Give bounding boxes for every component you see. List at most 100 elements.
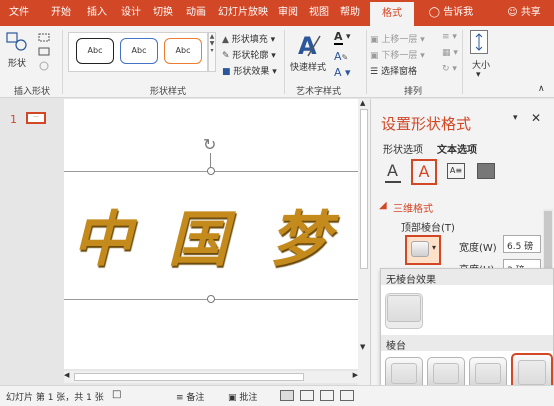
scroll-down-arrow[interactable]: ▼ bbox=[360, 343, 365, 351]
shape-effects-label: 形状效果 bbox=[233, 67, 270, 77]
reading-view-icon[interactable] bbox=[320, 390, 334, 401]
person-icon: ☺ bbox=[507, 7, 518, 18]
style-sample-dark[interactable]: Abc bbox=[76, 38, 114, 64]
size-label[interactable]: 大小 bbox=[472, 58, 490, 71]
resize-handle-top[interactable] bbox=[207, 167, 215, 175]
edit-shape-icons[interactable] bbox=[38, 32, 52, 72]
pen-icon: ✎ bbox=[341, 53, 349, 62]
bring-forward-label: 上移一层 bbox=[381, 35, 418, 45]
section-3d-format[interactable]: 三维格式 bbox=[393, 200, 433, 215]
vertical-scroll-thumb[interactable] bbox=[360, 109, 368, 269]
slideshow-icon[interactable] bbox=[340, 390, 354, 401]
size-dropdown[interactable]: ▾ bbox=[476, 70, 481, 80]
notes-label: 备注 bbox=[186, 393, 205, 403]
close-icon[interactable]: ✕ bbox=[531, 111, 541, 125]
picture-icon[interactable] bbox=[477, 163, 495, 179]
bevel-none-option[interactable] bbox=[385, 293, 423, 329]
align-button[interactable]: ≡ ▾ bbox=[442, 32, 457, 42]
comments-button[interactable]: ▣ 批注 bbox=[228, 390, 257, 403]
tab-review[interactable]: 审阅 bbox=[274, 0, 302, 26]
tab-animations[interactable]: 动画 bbox=[181, 0, 211, 26]
quick-styles-label[interactable]: 快速样式 bbox=[290, 60, 326, 73]
group-button[interactable]: ▦ ▾ bbox=[442, 48, 458, 58]
tab-file[interactable]: 文件 bbox=[4, 0, 34, 26]
shapes-label[interactable]: 形状 bbox=[8, 56, 26, 69]
text-effects-button[interactable]: A ▾ bbox=[334, 66, 351, 79]
shape-fill-button[interactable]: ▲ 形状填充 ▾ bbox=[222, 32, 275, 45]
normal-view-icon[interactable] bbox=[280, 390, 294, 401]
top-bevel-button[interactable]: ▾ bbox=[405, 235, 441, 265]
notes-button[interactable]: ≡ 备注 bbox=[176, 390, 204, 403]
wordart-char[interactable]: 梦 bbox=[270, 191, 330, 278]
share-label: 共享 bbox=[520, 7, 541, 18]
text-fill-bar bbox=[334, 43, 343, 45]
text-fill-outline-icon[interactable]: A bbox=[387, 161, 398, 180]
status-bar: 幻灯片 第 1 张，共 1 张 □ ≡ 备注 ▣ 批注 bbox=[0, 385, 554, 406]
shape-outline-button[interactable]: ✎ 形状轮廓 ▾ bbox=[222, 48, 276, 61]
textbox-icon[interactable]: A≡ bbox=[447, 163, 465, 179]
text-effects-icon[interactable]: A bbox=[411, 159, 437, 185]
share-button[interactable]: ☺ 共享 bbox=[500, 0, 548, 26]
selection-pane-label: 选择窗格 bbox=[380, 67, 417, 77]
collapse-ribbon-icon[interactable]: ∧ bbox=[538, 84, 545, 94]
tab-help[interactable]: 帮助 bbox=[336, 0, 364, 26]
text-fill-button[interactable]: A bbox=[334, 30, 343, 45]
group-insert-shapes: 插入形状 bbox=[14, 87, 51, 97]
selection-pane-button[interactable]: ☰ 选择窗格 bbox=[370, 64, 417, 77]
bevel-gallery-dropdown: 无棱台效果 棱台 bbox=[380, 268, 554, 398]
style-sample-blue[interactable]: Abc bbox=[120, 38, 158, 64]
style-sample-orange[interactable]: Abc bbox=[164, 38, 202, 64]
no-bevel-heading: 无棱台效果 bbox=[381, 269, 553, 286]
wordart-char[interactable]: 国 bbox=[168, 191, 228, 278]
tell-me[interactable]: ◯ 告诉我 bbox=[420, 0, 482, 26]
shape-effects-button[interactable]: ■ 形状效果 ▾ bbox=[222, 64, 277, 77]
slide-thumbnail[interactable]: ··· bbox=[26, 112, 46, 124]
bring-forward-button[interactable]: ▣ 上移一层 ▾ bbox=[370, 32, 425, 45]
send-backward-button[interactable]: ▣ 下移一层 ▾ bbox=[370, 48, 425, 61]
separator bbox=[462, 30, 463, 94]
tab-transitions[interactable]: 切换 bbox=[148, 0, 178, 26]
slide-sorter-icon[interactable] bbox=[300, 390, 314, 401]
slide[interactable]: ↻ 中 国 梦 bbox=[64, 99, 358, 369]
text-fill-dropdown[interactable]: ▾ bbox=[346, 32, 351, 42]
tab-shape-options[interactable]: 形状选项 bbox=[383, 141, 423, 156]
wordart-quick-styles-icon[interactable]: A bbox=[294, 30, 324, 60]
top-bevel-label: 顶部棱台(T) bbox=[401, 223, 455, 234]
tab-format[interactable]: 格式 bbox=[370, 2, 414, 26]
pane-scroll-thumb[interactable] bbox=[544, 211, 552, 271]
spellcheck-icon[interactable]: □ bbox=[112, 389, 121, 400]
shapes-icon[interactable] bbox=[6, 32, 28, 52]
rotate-handle-icon[interactable]: ↻ bbox=[203, 135, 216, 154]
scroll-up-arrow[interactable]: ▲ bbox=[360, 99, 365, 107]
chevron-down-icon: ▾ bbox=[432, 243, 437, 252]
tab-slideshow[interactable]: 幻灯片放映 bbox=[214, 0, 272, 26]
scroll-left-arrow[interactable]: ◀ bbox=[64, 371, 69, 379]
notes-icon: ≡ bbox=[176, 393, 184, 403]
shape-outline-label: 形状轮廓 bbox=[232, 51, 269, 61]
tab-design[interactable]: 设计 bbox=[116, 0, 146, 26]
tab-view[interactable]: 视图 bbox=[305, 0, 333, 26]
section-expand-icon[interactable]: ◢ bbox=[379, 200, 387, 211]
vertical-scrollbar[interactable]: ▲ ▼ bbox=[358, 99, 370, 385]
bevel-heading: 棱台 bbox=[381, 335, 553, 352]
tab-insert[interactable]: 插入 bbox=[82, 0, 112, 26]
size-icon[interactable] bbox=[470, 30, 488, 54]
pane-title: 设置形状格式 bbox=[381, 115, 472, 133]
tab-home[interactable]: 开始 bbox=[46, 0, 76, 26]
text-outline-button[interactable]: A✎ bbox=[334, 50, 348, 63]
horizontal-scrollbar[interactable]: ◀ ▶ bbox=[64, 371, 358, 383]
horizontal-scroll-thumb[interactable] bbox=[74, 373, 304, 381]
gallery-scroll[interactable]: ▲ ▼ ▾ bbox=[208, 32, 216, 72]
tab-text-options[interactable]: 文本选项 bbox=[437, 141, 477, 156]
comments-label: 批注 bbox=[239, 393, 258, 403]
pane-options-dropdown[interactable]: ▾ bbox=[513, 113, 518, 123]
width-input[interactable]: 6.5 磅 bbox=[503, 235, 541, 253]
effects-icon: ■ bbox=[222, 67, 231, 77]
group-shape-styles: 形状样式 bbox=[150, 87, 187, 97]
rotate-button[interactable]: ↻ ▾ bbox=[442, 64, 457, 74]
separator bbox=[284, 30, 285, 94]
paint-bucket-icon: ▲ bbox=[222, 35, 229, 45]
wordart-char[interactable]: 中 bbox=[72, 191, 132, 278]
send-backward-label: 下移一层 bbox=[381, 51, 418, 61]
resize-handle-bottom[interactable] bbox=[207, 295, 215, 303]
